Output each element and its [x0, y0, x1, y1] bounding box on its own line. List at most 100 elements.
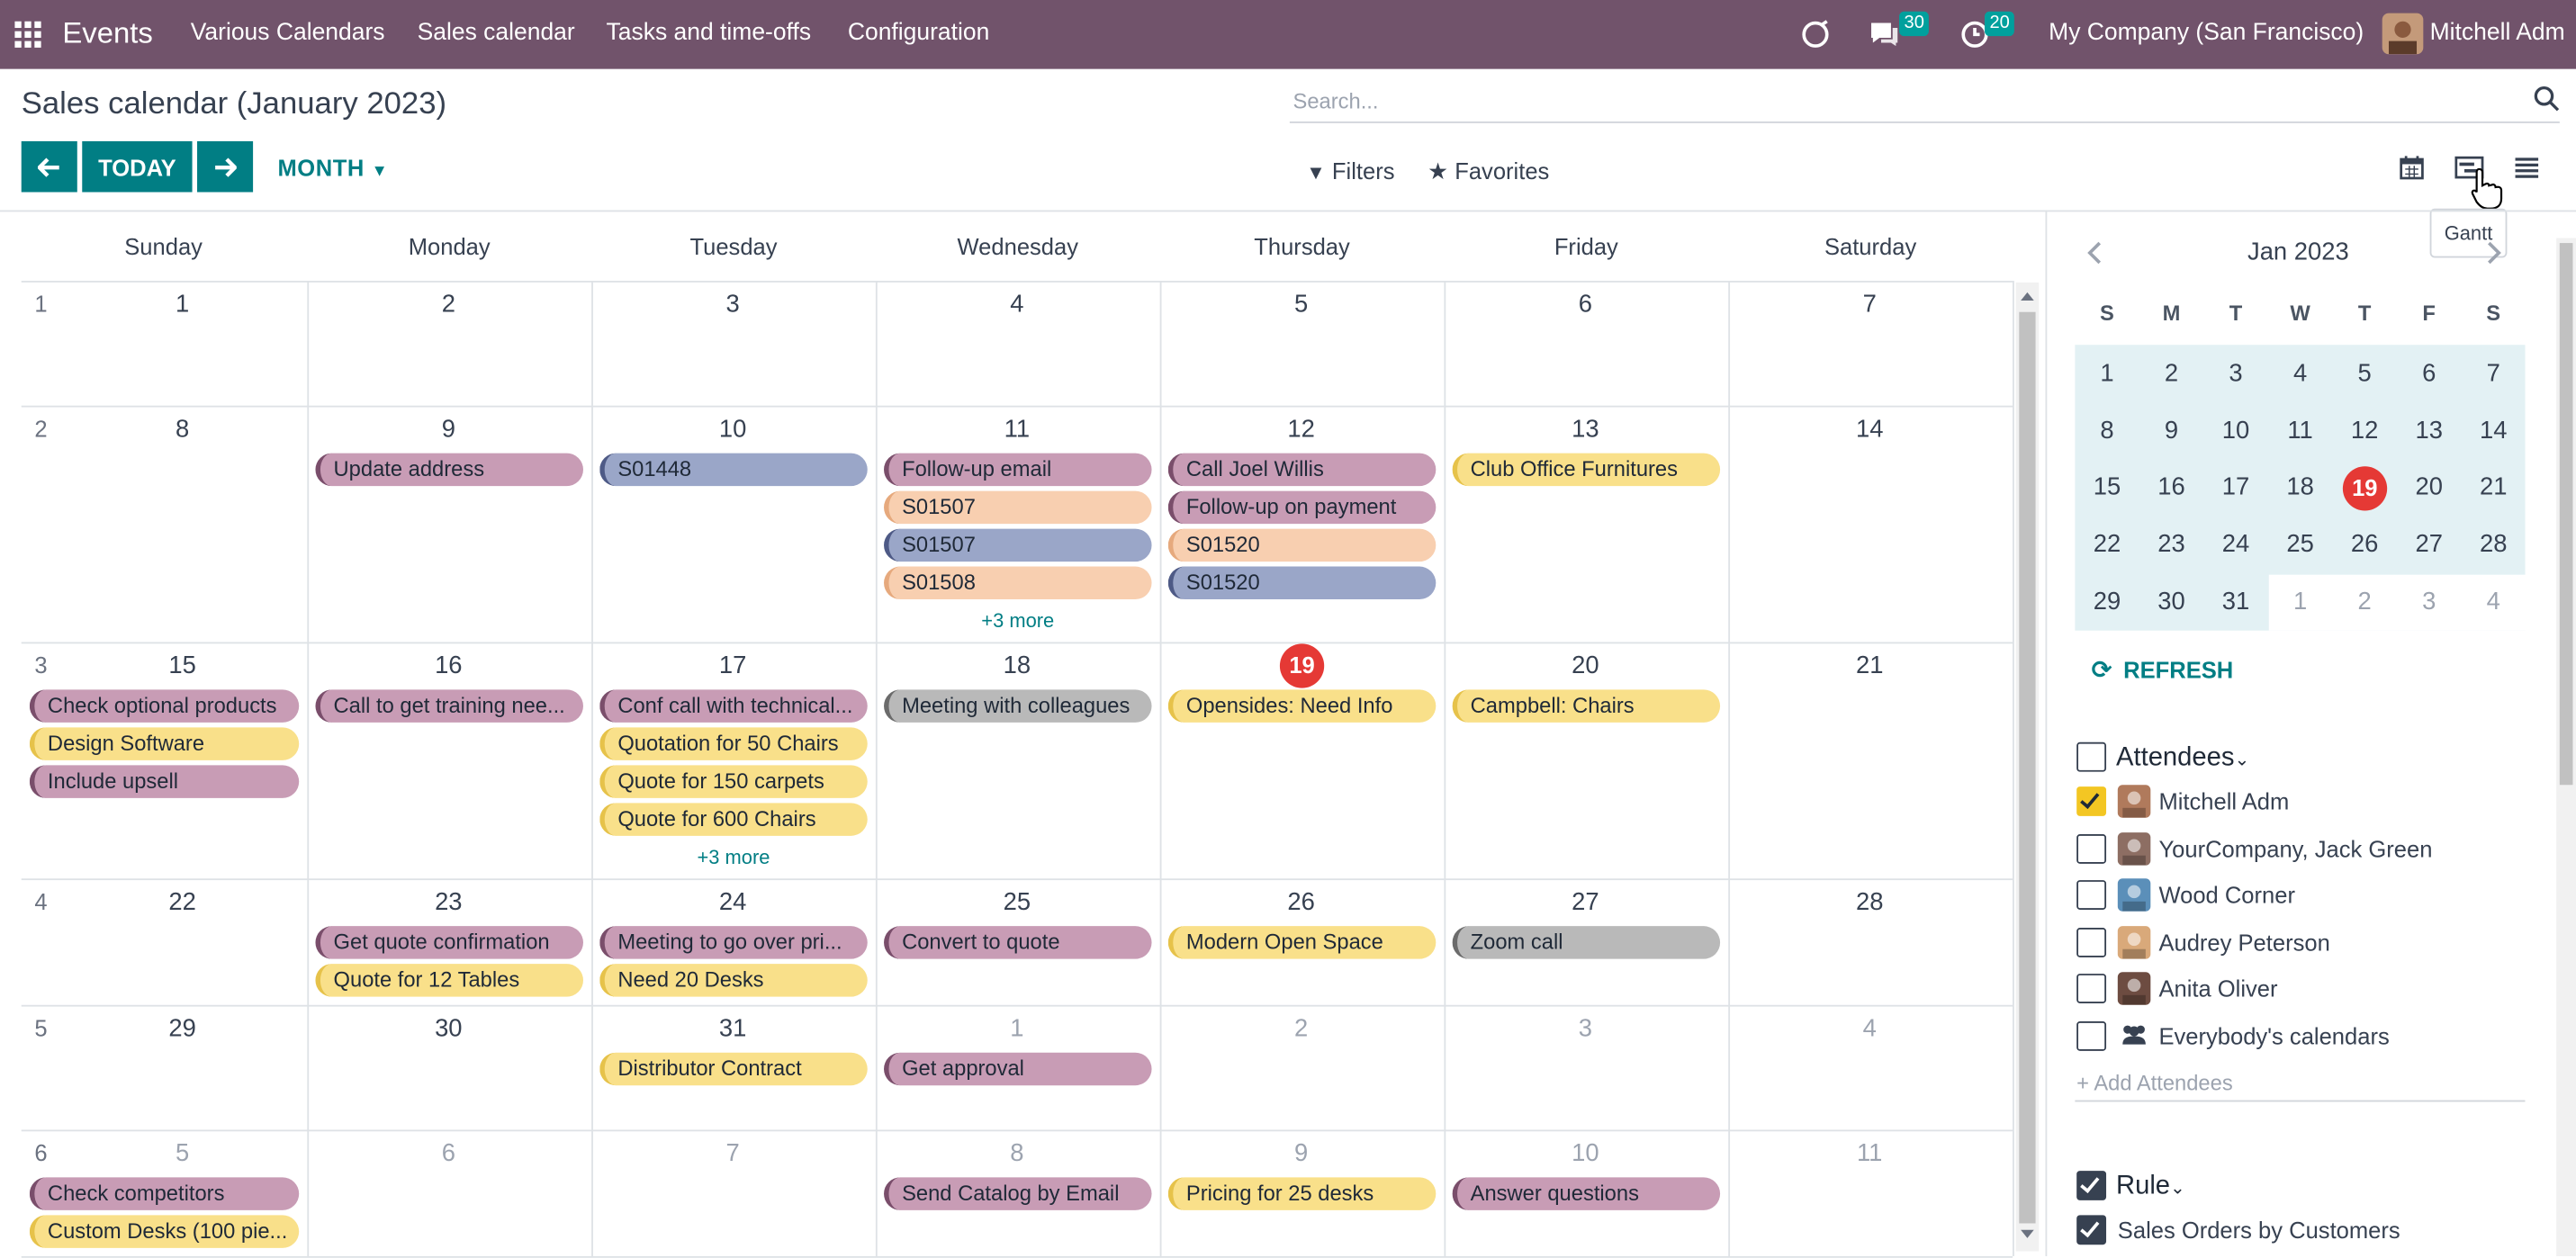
mini-day[interactable]: 12 [2333, 417, 2397, 445]
day-number[interactable]: 29 [149, 1015, 215, 1043]
calendar-event[interactable]: Conf call with technical... [599, 689, 868, 723]
mini-day[interactable]: 30 [2139, 588, 2203, 616]
mini-day[interactable]: 2 [2139, 360, 2203, 388]
calendar-event[interactable]: Custom Desks (100 pie... [29, 1215, 300, 1248]
attendee-checkbox[interactable] [2076, 786, 2107, 816]
mini-day[interactable]: 4 [2268, 360, 2332, 388]
mini-day[interactable]: 6 [2397, 360, 2461, 388]
mini-day[interactable]: 3 [2397, 588, 2461, 616]
mini-day[interactable]: 16 [2139, 473, 2203, 501]
day-number[interactable]: 18 [984, 651, 1049, 679]
day-number[interactable]: 21 [1837, 651, 1903, 679]
calendar-event[interactable]: S01448 [599, 453, 868, 487]
refresh-button[interactable]: ⟳ REFRESH [2092, 655, 2234, 685]
day-number[interactable]: 13 [1553, 416, 1618, 444]
calendar-event[interactable]: Answer questions [1452, 1177, 1721, 1210]
calendar-event[interactable]: Include upsell [29, 765, 300, 798]
mini-day[interactable]: 23 [2139, 531, 2203, 559]
day-number[interactable]: 27 [1553, 888, 1618, 916]
day-number[interactable]: 15 [149, 651, 215, 679]
calendar-event[interactable]: Follow-up email [884, 453, 1152, 487]
scale-dropdown[interactable]: MONTH ▼ [277, 155, 388, 181]
attendee-name[interactable]: Anita Oliver [2158, 976, 2277, 1002]
attendee-checkbox[interactable] [2076, 833, 2107, 864]
day-number[interactable]: 5 [1268, 291, 1334, 319]
calendar-event[interactable]: Convert to quote [884, 926, 1152, 959]
day-number[interactable]: 31 [700, 1015, 766, 1043]
mini-today[interactable]: 19 [2342, 466, 2387, 511]
attendee-name[interactable]: Audrey Peterson [2158, 929, 2329, 955]
mini-day[interactable]: 21 [2462, 473, 2526, 501]
calendar-event[interactable]: Club Office Furnitures [1452, 453, 1721, 487]
previous-button[interactable] [21, 140, 77, 193]
calendar-event[interactable]: Modern Open Space [1167, 926, 1437, 959]
mini-day[interactable]: 8 [2075, 417, 2139, 445]
search-input[interactable]: Search... [1293, 89, 1379, 113]
mini-day[interactable]: 22 [2075, 531, 2139, 559]
mini-day[interactable]: 24 [2203, 531, 2267, 559]
calendar-event[interactable]: Quote for 600 Chairs [599, 803, 868, 836]
calendar-event[interactable]: S01508 [884, 566, 1152, 600]
day-number[interactable]: 28 [1837, 888, 1903, 916]
mini-day[interactable]: 2 [2333, 588, 2397, 616]
calendar-event[interactable]: Design Software [29, 727, 300, 760]
more-events-link[interactable]: +3 more [876, 609, 1160, 633]
menu-configuration[interactable]: Configuration [848, 20, 989, 46]
mini-day[interactable]: 29 [2075, 588, 2139, 616]
day-number[interactable]: 17 [700, 651, 766, 679]
mini-day[interactable]: 11 [2268, 417, 2332, 445]
day-number[interactable]: 2 [1268, 1015, 1334, 1043]
calendar-event[interactable]: Get approval [884, 1052, 1152, 1086]
day-number[interactable]: 16 [416, 651, 482, 679]
calendar-event[interactable]: Campbell: Chairs [1452, 689, 1721, 723]
mini-day[interactable]: 20 [2397, 473, 2461, 501]
day-number[interactable]: 30 [416, 1015, 482, 1043]
calendar-event[interactable]: Meeting with colleagues [884, 689, 1152, 723]
menu-tasks-time-offs[interactable]: Tasks and time-offs [607, 20, 812, 46]
day-number[interactable]: 8 [984, 1139, 1049, 1167]
calendar-event[interactable]: Follow-up on payment [1167, 490, 1437, 525]
day-number[interactable]: 23 [416, 888, 482, 916]
mini-day[interactable]: 27 [2397, 531, 2461, 559]
day-number[interactable]: 8 [149, 416, 215, 444]
attendee-name[interactable]: YourCompany, Jack Green [2158, 835, 2432, 861]
mini-day[interactable]: 15 [2075, 473, 2139, 501]
mini-next-month-icon[interactable] [2484, 241, 2504, 265]
rule-section-title[interactable]: Rule⌄ [2116, 1173, 2185, 1202]
mini-day[interactable]: 26 [2333, 531, 2397, 559]
day-number[interactable]: 9 [1268, 1139, 1334, 1167]
next-button[interactable] [197, 140, 254, 193]
mini-day[interactable]: 25 [2268, 531, 2332, 559]
day-number[interactable]: 7 [1837, 291, 1903, 319]
calendar-event[interactable]: S01520 [1167, 566, 1437, 600]
mini-prev-month-icon[interactable] [2085, 241, 2104, 265]
attendees-section-title[interactable]: Attendees⌄ [2116, 744, 2249, 774]
day-number[interactable]: 3 [700, 291, 766, 319]
mini-day[interactable]: 31 [2203, 588, 2267, 616]
calendar-event[interactable]: Meeting to go over pri... [599, 926, 868, 959]
calendar-event[interactable]: Check optional products [29, 689, 300, 723]
today-day-number[interactable]: 19 [1279, 643, 1325, 688]
calendar-event[interactable]: Quotation for 50 Chairs [599, 727, 868, 760]
attendee-checkbox[interactable] [2076, 880, 2107, 911]
calendar-event[interactable]: Send Catalog by Email [884, 1177, 1152, 1210]
mini-day[interactable]: 13 [2397, 417, 2461, 445]
user-menu[interactable]: Mitchell Adm [2430, 20, 2565, 46]
day-number[interactable]: 25 [984, 888, 1049, 916]
calendar-event[interactable]: Check competitors [29, 1177, 300, 1210]
day-number[interactable]: 20 [1553, 651, 1618, 679]
today-button[interactable]: TODAY [82, 140, 193, 193]
filters-button[interactable]: ▼ Filters [1306, 157, 1394, 184]
mini-day[interactable]: 1 [2268, 588, 2332, 616]
user-avatar[interactable] [2382, 13, 2424, 55]
day-number[interactable]: 2 [416, 291, 482, 319]
calendar-event[interactable]: Quote for 12 Tables [315, 964, 583, 997]
day-number[interactable]: 1 [149, 291, 215, 319]
attendee-name[interactable]: Wood Corner [2158, 882, 2295, 908]
menu-various-calendars[interactable]: Various Calendars [191, 20, 385, 46]
day-number[interactable]: 11 [984, 416, 1049, 444]
favorites-button[interactable]: ★ Favorites [1428, 157, 1549, 185]
day-number[interactable]: 10 [700, 416, 766, 444]
apps-menu-icon[interactable] [14, 21, 41, 48]
day-number[interactable]: 24 [700, 888, 766, 916]
